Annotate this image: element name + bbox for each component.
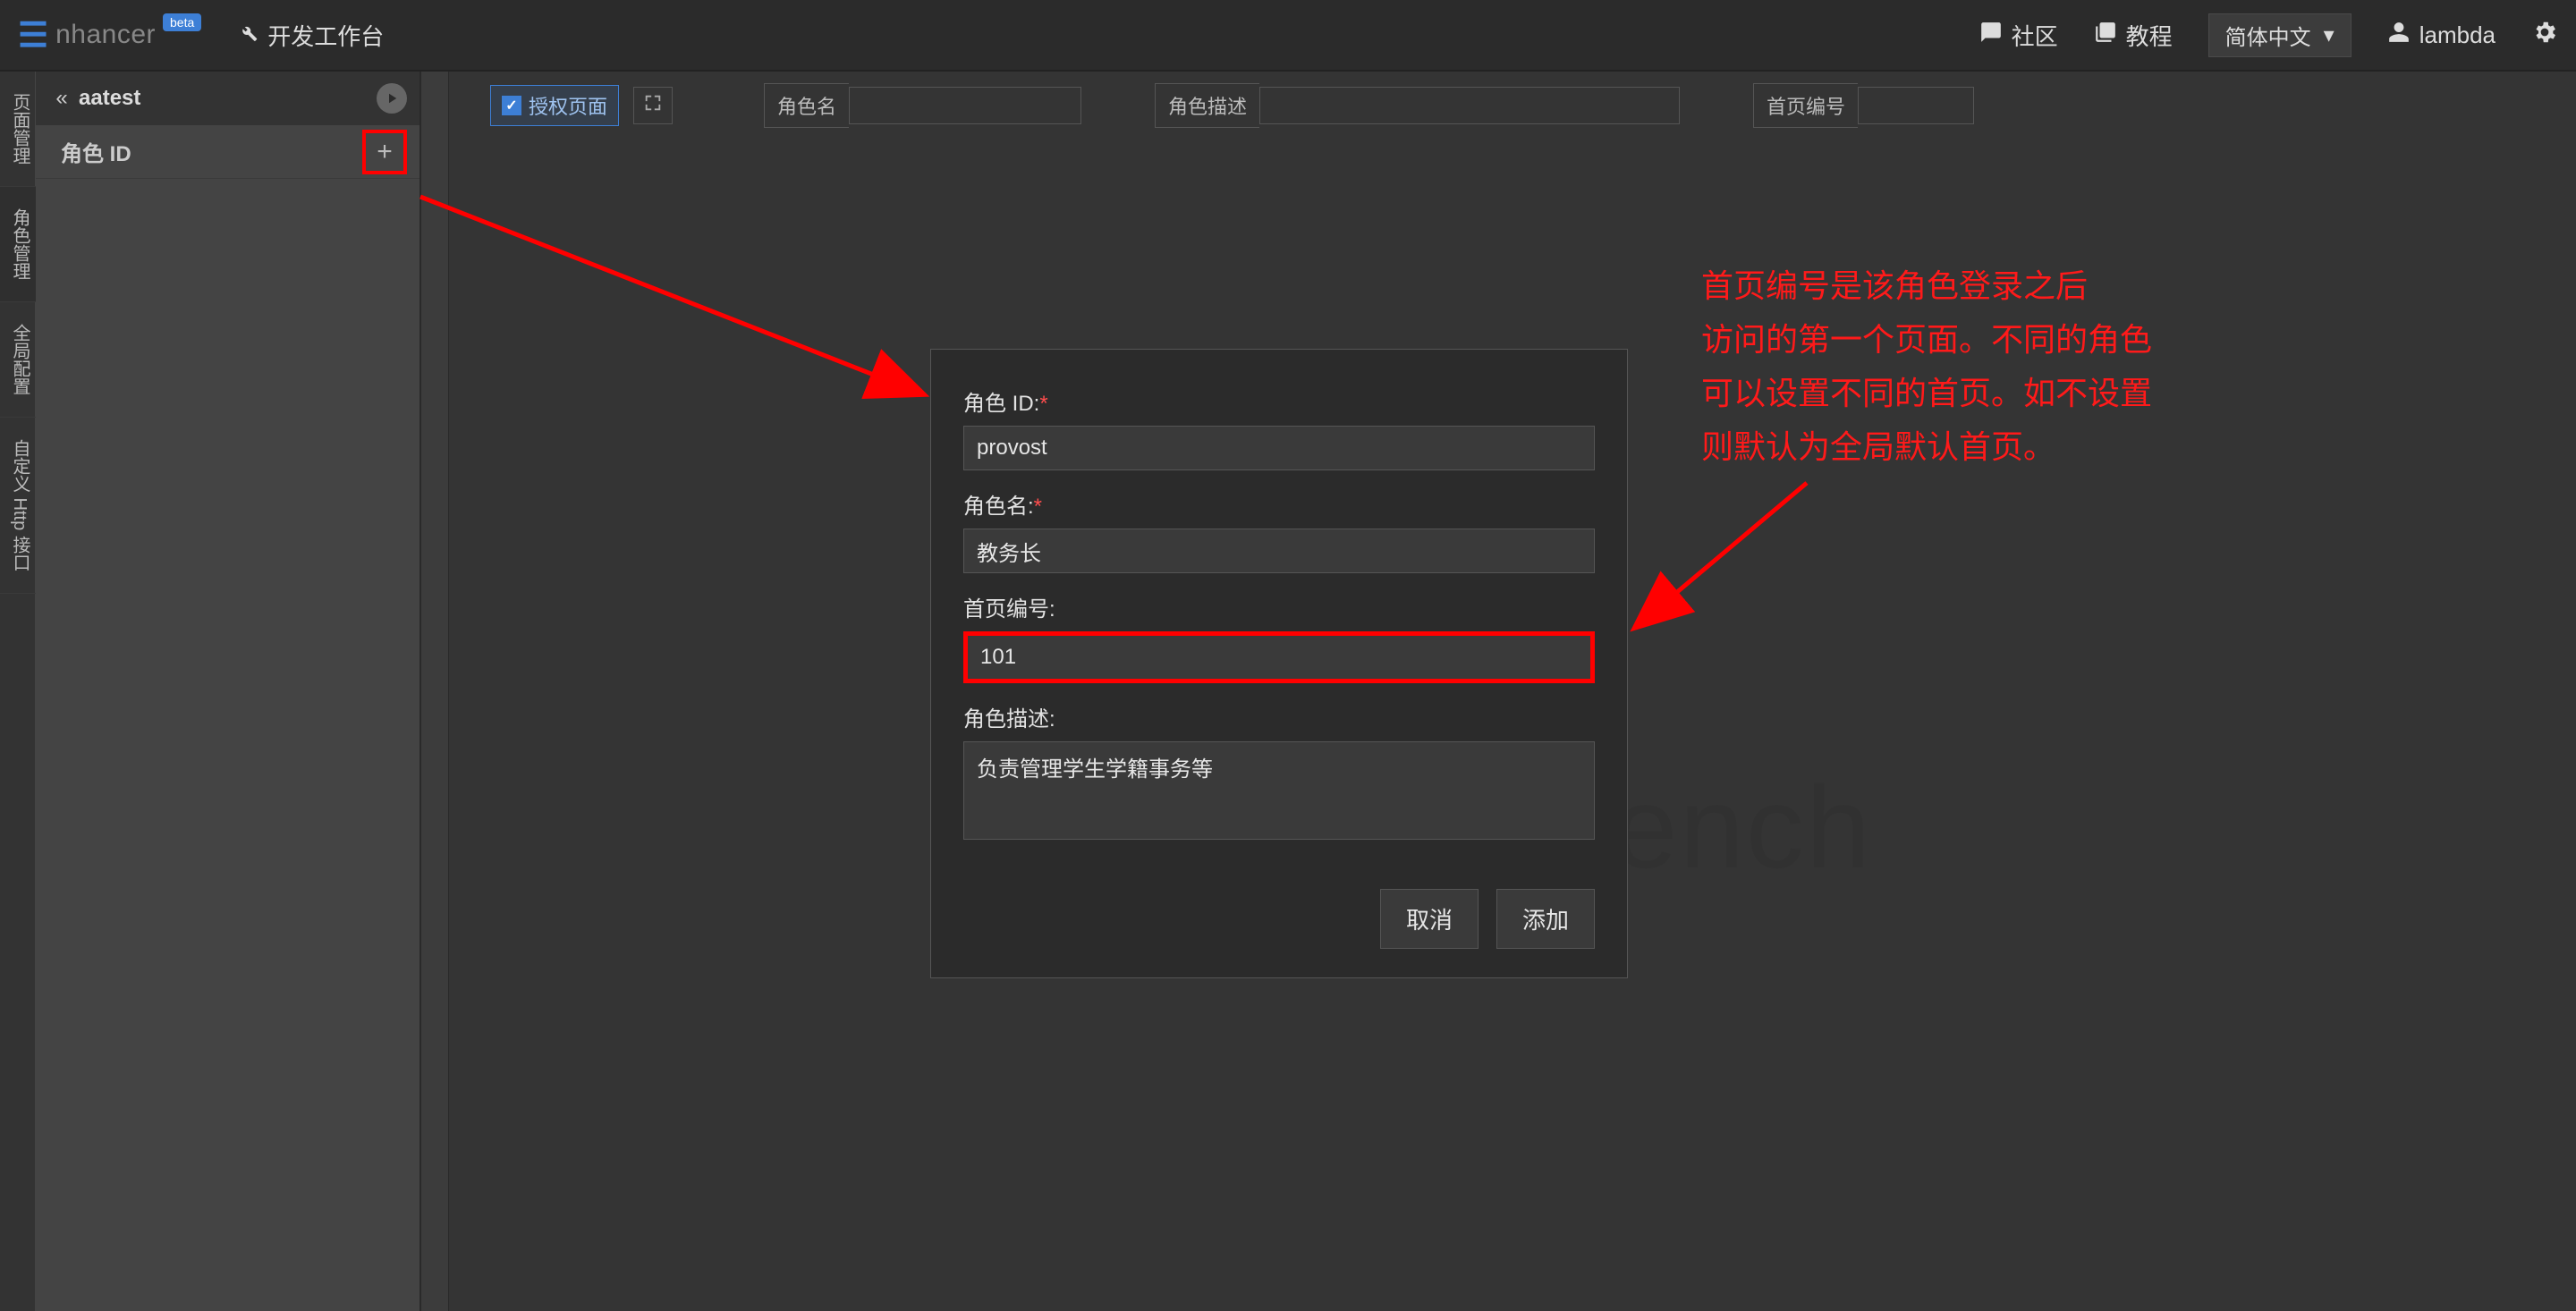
vrail-page-mgmt[interactable]: 页面管理 (0, 72, 40, 187)
chat-icon (1979, 21, 2003, 50)
language-select[interactable]: 简体中文 ▾ (2208, 13, 2351, 57)
toolbar: ✓ 授权页面 角色名 角色描述 首页编号 (490, 82, 2540, 129)
home-no-filter-label: 首页编号 (1753, 83, 1858, 128)
expand-button[interactable] (633, 87, 673, 124)
settings-button[interactable] (2531, 19, 2558, 52)
dlg-role-name-label: 角色名:* (963, 488, 1595, 520)
sidebar-project-row[interactable]: « aatest (36, 72, 419, 125)
plus-icon: + (377, 137, 393, 167)
dlg-role-id-input[interactable] (963, 426, 1595, 470)
nav-community[interactable]: 社区 (1979, 19, 2058, 52)
home-no-filter-input[interactable] (1858, 87, 1974, 124)
auth-page-label: 授权页面 (529, 91, 607, 120)
user-menu[interactable]: lambda (2387, 21, 2496, 50)
vrail-global-cfg[interactable]: 全局配置 (0, 302, 40, 418)
expand-icon (643, 93, 663, 119)
wrench-icon (237, 21, 258, 49)
vertical-rail: 页面管理 角色管理 全局配置 自定义 Http 接口 (0, 72, 36, 1311)
auth-page-checkbox[interactable]: ✓ 授权页面 (490, 85, 619, 126)
filter-role-name: 角色名 (764, 83, 1081, 128)
play-icon[interactable] (377, 83, 407, 114)
dlg-role-name-input[interactable] (963, 529, 1595, 573)
book-icon (2094, 21, 2117, 50)
language-label: 简体中文 (2225, 20, 2311, 51)
gear-icon (2531, 19, 2558, 52)
dlg-role-desc-label: 角色描述: (963, 701, 1595, 732)
logo-icon: ☰ (18, 15, 48, 55)
user-label: lambda (2419, 21, 2496, 49)
user-icon (2387, 21, 2411, 50)
annotation-text: 首页编号是该角色登录之后 访问的第一个页面。不同的角色 可以设置不同的首页。如不… (1701, 259, 2256, 474)
sidebar-resize-handle[interactable] (420, 72, 449, 1311)
workbench-label: 开发工作台 (267, 19, 384, 52)
nav-tutorial[interactable]: 教程 (2094, 19, 2173, 52)
role-name-filter-label: 角色名 (764, 83, 849, 128)
add-button[interactable]: 添加 (1496, 889, 1595, 949)
project-name: aatest (75, 86, 377, 111)
logo[interactable]: ☰ nhancer beta (18, 15, 201, 55)
main-canvas: kbench ✓ 授权页面 角色名 角色描述 首页编号 (449, 72, 2576, 1311)
dlg-role-id-label: 角色 ID:* (963, 385, 1595, 417)
tutorial-label: 教程 (2126, 19, 2173, 52)
chevron-left-icon[interactable]: « (48, 86, 75, 111)
check-icon: ✓ (502, 96, 521, 115)
role-name-filter-input[interactable] (849, 87, 1081, 124)
topbar: ☰ nhancer beta 开发工作台 社区 教程 简体中文 ▾ (0, 0, 2576, 72)
dlg-home-no-label: 首页编号: (963, 591, 1595, 622)
logo-text: nhancer (55, 20, 156, 50)
dlg-role-desc-input[interactable] (963, 741, 1595, 840)
vrail-role-mgmt[interactable]: 角色管理 (0, 187, 40, 302)
filter-role-desc: 角色描述 (1155, 83, 1680, 128)
sidebar: « aatest 角色 ID + (36, 72, 420, 1311)
sidebar-role-id-row: 角色 ID + (36, 125, 419, 179)
workbench-link[interactable]: 开发工作台 (237, 19, 384, 52)
role-id-heading: 角色 ID (61, 136, 362, 167)
vrail-http-api[interactable]: 自定义 Http 接口 (0, 418, 40, 594)
add-role-button[interactable]: + (362, 130, 407, 174)
role-desc-filter-input[interactable] (1259, 87, 1680, 124)
cancel-button[interactable]: 取消 (1380, 889, 1479, 949)
filter-home-no: 首页编号 (1753, 83, 1974, 128)
add-role-dialog: 角色 ID:* 角色名:* 首页编号: 角色描述: 取消 添加 (930, 349, 1628, 978)
community-label: 社区 (2012, 19, 2058, 52)
dlg-home-no-input[interactable] (963, 631, 1595, 683)
beta-badge: beta (163, 13, 201, 31)
role-desc-filter-label: 角色描述 (1155, 83, 1259, 128)
caret-down-icon: ▾ (2324, 22, 2334, 48)
